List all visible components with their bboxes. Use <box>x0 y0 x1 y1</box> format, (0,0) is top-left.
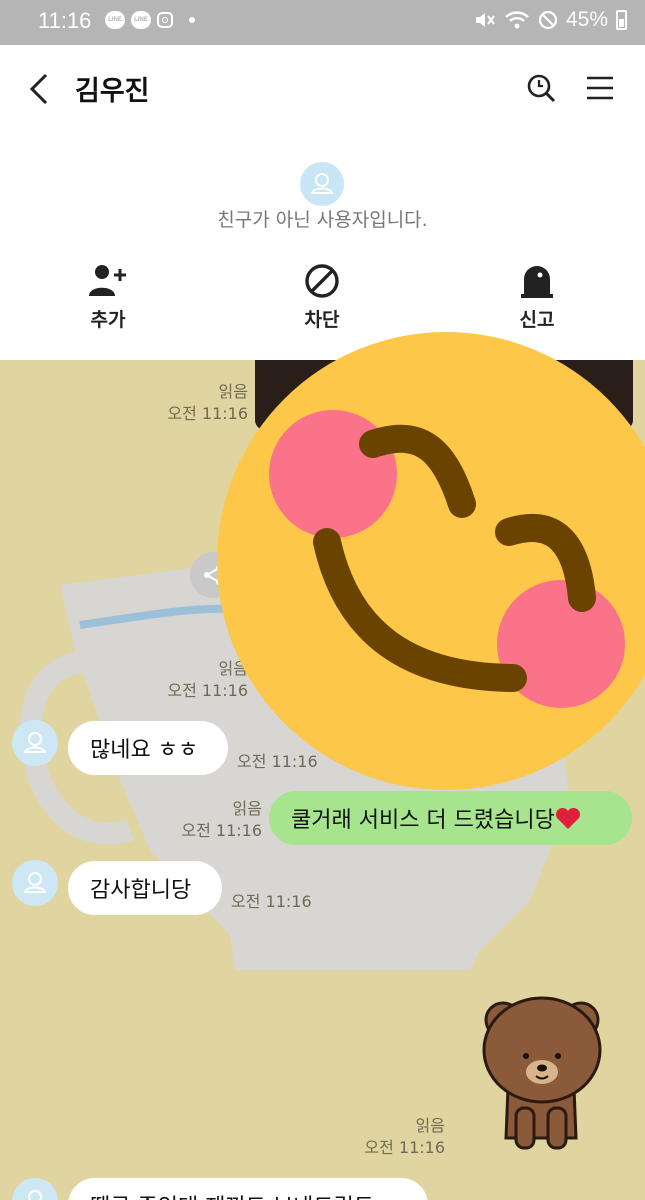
block-icon <box>305 264 339 298</box>
add-friend-button[interactable]: 추가 <box>53 263 163 332</box>
search-icon[interactable] <box>525 72 557 104</box>
avatar[interactable] <box>12 1178 58 1200</box>
block-label: 차단 <box>304 309 340 331</box>
message-time: 오전 11:16 <box>181 821 262 840</box>
sent-message[interactable]: 쿨거래 서비스 더 드렸습니당 <box>269 791 632 845</box>
instagram-icon <box>157 12 173 28</box>
received-message[interactable]: 감사합니당 <box>68 861 222 915</box>
status-time: 11:16 <box>38 8 92 33</box>
chat-title: 김우진 <box>75 76 150 107</box>
menu-icon[interactable] <box>585 75 615 101</box>
line-notification-icon: LINE <box>105 11 125 29</box>
report-icon <box>521 266 553 298</box>
read-status: 읽음 <box>232 799 262 818</box>
wifi-icon <box>505 11 529 29</box>
battery-percent: 45% <box>565 8 608 31</box>
avatar[interactable] <box>12 860 58 906</box>
system-icons: 45% <box>474 8 627 32</box>
bear-sticker[interactable] <box>478 988 606 1153</box>
notification-icons: LINE LINE <box>105 11 195 29</box>
received-message[interactable]: 땡큐 쥬인대 재꺼드 보내드릴도 <box>68 1178 428 1200</box>
notice-text: 친구가 아닌 사용자입니다. <box>217 209 428 231</box>
block-button[interactable]: 차단 <box>267 263 377 332</box>
add-friend-icon <box>89 265 126 296</box>
heart-icon <box>555 807 580 829</box>
message-meta: 읽음오전 11:16 <box>181 798 262 842</box>
profile-icon <box>300 162 344 206</box>
report-button[interactable]: 신고 <box>482 263 592 332</box>
chat-header: 김우진 <box>0 45 645 135</box>
back-icon[interactable] <box>28 73 52 105</box>
status-bar: 11:16 LINE LINE 45% <box>0 0 645 45</box>
blushing-face-sticker <box>217 332 645 790</box>
avatar[interactable] <box>12 720 58 766</box>
message-time: 오전 11:16 <box>231 892 312 911</box>
battery-icon <box>616 10 627 30</box>
read-status: 읽음 <box>415 1116 445 1135</box>
non-friend-notice: 친구가 아닌 사용자입니다. 추가 차단 신고 <box>0 135 645 360</box>
report-label: 신고 <box>519 309 555 331</box>
received-message[interactable]: 많네요 ㅎㅎ <box>68 721 228 775</box>
mute-icon <box>475 13 495 27</box>
sent-message-text: 쿨거래 서비스 더 드렸습니당 <box>291 808 555 833</box>
more-notifications-dot <box>189 17 195 23</box>
add-friend-label: 추가 <box>90 309 126 331</box>
message-meta: 읽음오전 11:16 <box>364 1115 445 1159</box>
line-notification-icon: LINE <box>131 11 151 29</box>
message-time: 오전 11:16 <box>364 1138 445 1157</box>
do-not-disturb-icon <box>538 10 558 30</box>
